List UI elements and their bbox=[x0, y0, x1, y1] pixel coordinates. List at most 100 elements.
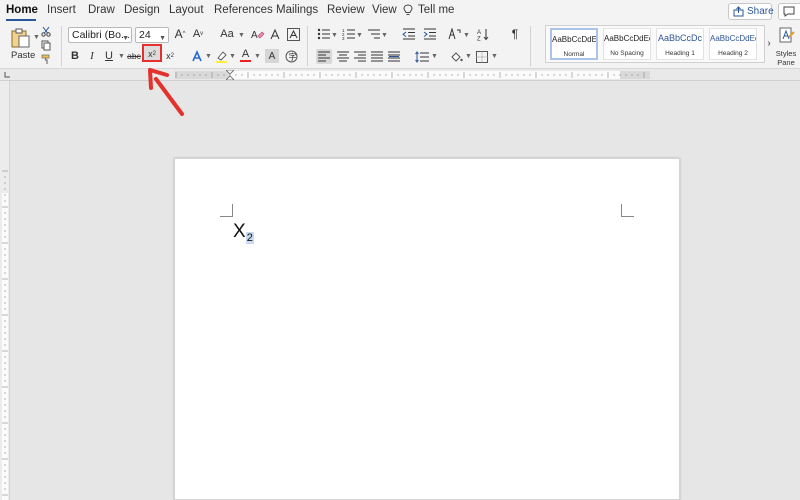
numbering-dropdown-arrow[interactable]: ▼ bbox=[356, 32, 363, 39]
tab-home[interactable]: Home bbox=[6, 4, 38, 16]
asian-layout-dropdown-arrow[interactable]: ▼ bbox=[463, 32, 470, 39]
indent-marker-icon[interactable] bbox=[226, 70, 234, 80]
phonetic-guide-button[interactable] bbox=[268, 27, 282, 41]
bold-glyph: B bbox=[71, 50, 79, 62]
shrink-font-button[interactable]: Av bbox=[192, 27, 204, 41]
character-shading-button[interactable]: A bbox=[265, 49, 279, 63]
distributed-button[interactable] bbox=[386, 49, 402, 64]
font-size-combo[interactable]: 24 ▼ bbox=[135, 27, 169, 43]
document-page[interactable]: X2 bbox=[174, 158, 680, 500]
tab-view[interactable]: View bbox=[372, 4, 397, 16]
home-ribbon: ▼ Paste Calibri (Bo... ▼ 24 ▼ A ^ Av Aa ▼ bbox=[0, 22, 800, 69]
center-button[interactable] bbox=[335, 49, 351, 64]
style-sample: AaBbCcDdEe bbox=[552, 35, 596, 44]
styles-pane-label-line2: Pane bbox=[777, 58, 795, 67]
justify-button[interactable] bbox=[369, 49, 385, 64]
underline-button[interactable]: U bbox=[103, 49, 115, 63]
character-border-button[interactable] bbox=[286, 27, 300, 41]
highlight-button[interactable] bbox=[214, 49, 228, 63]
tab-layout[interactable]: Layout bbox=[169, 4, 204, 16]
superscript-button[interactable]: x2 bbox=[163, 49, 177, 63]
tab-draw[interactable]: Draw bbox=[88, 4, 115, 16]
clear-formatting-icon: A bbox=[251, 30, 265, 41]
grow-font-glyph: A bbox=[174, 27, 183, 41]
bullets-button[interactable] bbox=[316, 27, 330, 41]
paste-button[interactable] bbox=[8, 26, 32, 50]
align-left-button[interactable] bbox=[316, 49, 332, 64]
tab-stop-icon[interactable] bbox=[3, 71, 11, 79]
style-no-spacing[interactable]: AaBbCcDdEe No Spacing bbox=[603, 28, 651, 60]
underline-dropdown-arrow[interactable]: ▼ bbox=[118, 53, 125, 60]
ribbon-separator bbox=[530, 26, 531, 66]
copy-icon bbox=[41, 40, 51, 50]
font-name-combo[interactable]: Calibri (Bo... ▼ bbox=[68, 27, 132, 43]
align-right-button[interactable] bbox=[352, 49, 368, 64]
enclose-characters-button[interactable]: 字 bbox=[284, 49, 298, 63]
style-heading-1[interactable]: AaBbCcDc Heading 1 bbox=[656, 28, 704, 60]
change-case-glyph: Aa bbox=[220, 28, 234, 40]
numbering-button[interactable]: 1 2 3 bbox=[341, 27, 355, 41]
format-painter-button[interactable] bbox=[40, 53, 52, 65]
asian-layout-button[interactable] bbox=[447, 27, 461, 41]
share-button[interactable]: Share bbox=[728, 3, 774, 20]
italic-button[interactable]: I bbox=[86, 49, 98, 63]
center-icon bbox=[337, 51, 349, 62]
margin-corner-mark bbox=[220, 204, 233, 217]
copy-button[interactable] bbox=[40, 39, 52, 51]
document-text[interactable]: X2 bbox=[233, 221, 254, 244]
tab-mailings[interactable]: Mailings bbox=[276, 4, 318, 16]
justify-icon bbox=[371, 51, 383, 62]
tab-insert[interactable]: Insert bbox=[47, 4, 76, 16]
highlight-dropdown-arrow[interactable]: ▼ bbox=[229, 53, 236, 60]
svg-text:A: A bbox=[477, 30, 481, 36]
ribbon-separator bbox=[307, 26, 308, 66]
tab-references[interactable]: References bbox=[214, 4, 273, 16]
vertical-ruler[interactable] bbox=[0, 81, 10, 500]
strikethrough-button[interactable]: abc bbox=[126, 49, 142, 63]
subscript-button[interactable]: x2 bbox=[144, 47, 160, 61]
paste-dropdown-arrow[interactable]: ▼ bbox=[33, 34, 40, 41]
horizontal-ruler[interactable] bbox=[0, 69, 800, 81]
borders-dropdown-arrow[interactable]: ▼ bbox=[491, 53, 498, 60]
cut-button[interactable] bbox=[40, 25, 52, 37]
styles-pane-label-line1: Styles bbox=[775, 49, 797, 58]
borders-button[interactable] bbox=[474, 49, 490, 64]
show-formatting-marks-button[interactable]: ¶ bbox=[508, 27, 522, 41]
line-spacing-dropdown-arrow[interactable]: ▼ bbox=[431, 53, 438, 60]
styles-gallery: AaBbCcDdEe Normal AaBbCcDdEe No Spacing … bbox=[545, 25, 765, 63]
grow-font-button[interactable]: A ^ bbox=[174, 27, 186, 41]
sort-button[interactable]: A Z bbox=[476, 27, 490, 41]
tab-review[interactable]: Review bbox=[327, 4, 365, 16]
increase-indent-button[interactable] bbox=[422, 27, 436, 41]
change-case-dropdown-arrow[interactable]: ▼ bbox=[238, 32, 245, 39]
multilevel-list-button[interactable] bbox=[366, 27, 380, 41]
clear-formatting-button[interactable]: A bbox=[250, 27, 266, 41]
change-case-button[interactable]: Aa bbox=[217, 27, 237, 41]
multilevel-list-dropdown-arrow[interactable]: ▼ bbox=[381, 32, 388, 39]
tab-design[interactable]: Design bbox=[124, 4, 160, 16]
ribbon-separator bbox=[61, 26, 62, 66]
text-effects-button[interactable] bbox=[190, 49, 204, 63]
comments-button[interactable] bbox=[778, 3, 800, 20]
svg-text:3: 3 bbox=[342, 36, 345, 40]
strikethrough-glyph: abc bbox=[127, 51, 141, 61]
styles-pane-button[interactable] bbox=[778, 26, 796, 46]
text-effects-dropdown-arrow[interactable]: ▼ bbox=[205, 53, 212, 60]
bold-button[interactable]: B bbox=[69, 49, 81, 63]
style-normal[interactable]: AaBbCcDdEe Normal bbox=[550, 28, 598, 60]
shading-fill-button[interactable] bbox=[448, 49, 464, 64]
decrease-indent-button[interactable] bbox=[401, 27, 415, 41]
tab-tell-me[interactable]: Tell me bbox=[418, 4, 454, 16]
style-heading-2[interactable]: AaBbCcDdEe Heading 2 bbox=[709, 28, 757, 60]
shading-dropdown-arrow[interactable]: ▼ bbox=[465, 53, 472, 60]
svg-text:字: 字 bbox=[288, 51, 296, 61]
chevron-down-icon: ▼ bbox=[122, 35, 129, 42]
italic-glyph: I bbox=[90, 50, 94, 62]
bullets-dropdown-arrow[interactable]: ▼ bbox=[331, 32, 338, 39]
sort-icon: A Z bbox=[477, 28, 488, 41]
styles-gallery-more-button[interactable]: › bbox=[765, 36, 773, 50]
font-color-button[interactable]: A bbox=[239, 48, 252, 63]
svg-text:Z: Z bbox=[477, 36, 481, 41]
line-spacing-button[interactable] bbox=[414, 49, 430, 64]
font-color-dropdown-arrow[interactable]: ▼ bbox=[254, 53, 261, 60]
